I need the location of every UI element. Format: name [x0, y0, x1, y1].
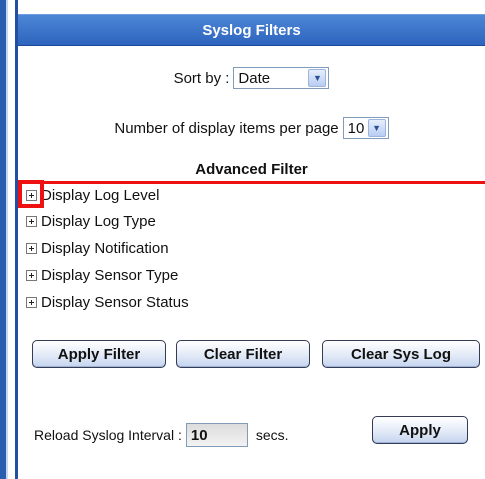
filter-log-type-label[interactable]: Display Log Type: [41, 213, 156, 230]
filter-sensor-status[interactable]: Display Sensor Status: [26, 294, 189, 311]
per-page-label: Number of display items per page: [114, 119, 339, 137]
per-page-select-value: 10: [347, 119, 365, 137]
per-page-select[interactable]: 10 ▼: [342, 117, 389, 139]
reload-interval-unit: secs.: [255, 427, 289, 443]
per-page-row: Number of display items per page 10 ▼: [18, 117, 485, 139]
highlight-line: [18, 181, 485, 184]
expand-plus-icon[interactable]: [26, 297, 37, 308]
filter-log-level-label[interactable]: Display Log Level: [41, 187, 159, 204]
highlight-box: [18, 180, 44, 208]
sort-row: Sort by : Date ▼: [18, 67, 485, 89]
filter-sensor-type-label[interactable]: Display Sensor Type: [41, 267, 178, 284]
reload-interval-row: Reload Syslog Interval : 10 secs.: [34, 423, 289, 447]
filter-notification-label[interactable]: Display Notification: [41, 240, 169, 257]
sort-label: Sort by :: [173, 69, 230, 87]
expand-plus-icon[interactable]: [26, 243, 37, 254]
advanced-filter-title: Advanced Filter: [195, 161, 308, 178]
filter-sensor-type[interactable]: Display Sensor Type: [26, 267, 178, 284]
apply-interval-button[interactable]: Apply: [372, 416, 468, 444]
expand-plus-icon[interactable]: [26, 216, 37, 227]
expand-plus-icon[interactable]: [26, 270, 37, 281]
panel-title: Syslog Filters: [18, 14, 485, 46]
sort-select[interactable]: Date ▼: [233, 67, 330, 89]
apply-filter-button[interactable]: Apply Filter: [32, 340, 166, 368]
filter-log-level[interactable]: Display Log Level: [26, 187, 159, 204]
chevron-down-icon[interactable]: ▼: [367, 119, 386, 137]
filter-log-type[interactable]: Display Log Type: [26, 213, 156, 230]
window-left-border: [0, 0, 8, 479]
reload-interval-input[interactable]: 10: [185, 423, 248, 447]
filter-notification[interactable]: Display Notification: [26, 240, 169, 257]
sort-select-value: Date: [238, 69, 271, 87]
reload-interval-label: Reload Syslog Interval :: [34, 427, 182, 443]
clear-filter-button[interactable]: Clear Filter: [176, 340, 310, 368]
clear-sys-log-button[interactable]: Clear Sys Log: [322, 340, 480, 368]
chevron-down-icon[interactable]: ▼: [308, 69, 327, 87]
filter-sensor-status-label[interactable]: Display Sensor Status: [41, 294, 189, 311]
